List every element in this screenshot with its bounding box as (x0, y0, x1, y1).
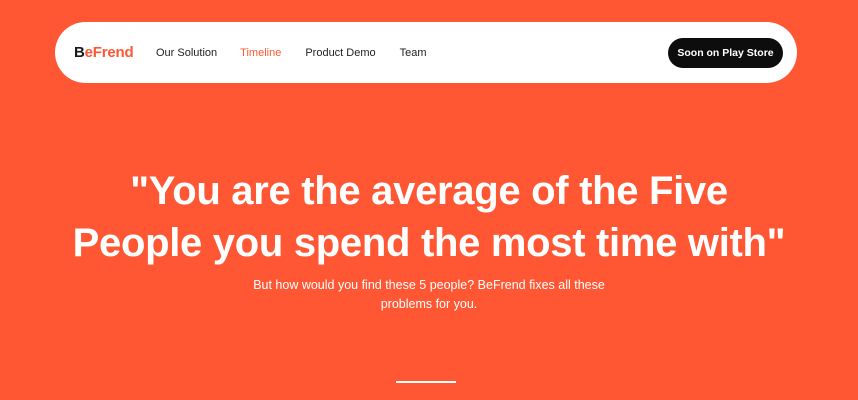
navbar: BeFrend Our Solution Timeline Product De… (55, 22, 797, 83)
hero-divider (396, 381, 456, 383)
nav-link-product-demo[interactable]: Product Demo (305, 44, 375, 62)
nav-link-team[interactable]: Team (400, 44, 427, 62)
hero-section: "You are the average of the Five People … (0, 165, 858, 314)
logo-wordmark: eFrend (84, 44, 134, 61)
brand-logo[interactable]: BeFrend (74, 44, 134, 62)
logo-initial: B (74, 44, 85, 61)
nav-links: Our Solution Timeline Product Demo Team (156, 44, 427, 62)
nav-link-timeline[interactable]: Timeline (240, 44, 281, 62)
hero-title: "You are the average of the Five People … (72, 169, 786, 265)
nav-link-our-solution[interactable]: Our Solution (156, 44, 217, 62)
play-store-button[interactable]: Soon on Play Store (668, 38, 783, 68)
hero-subtitle: But how would you find these 5 people? B… (253, 278, 605, 311)
